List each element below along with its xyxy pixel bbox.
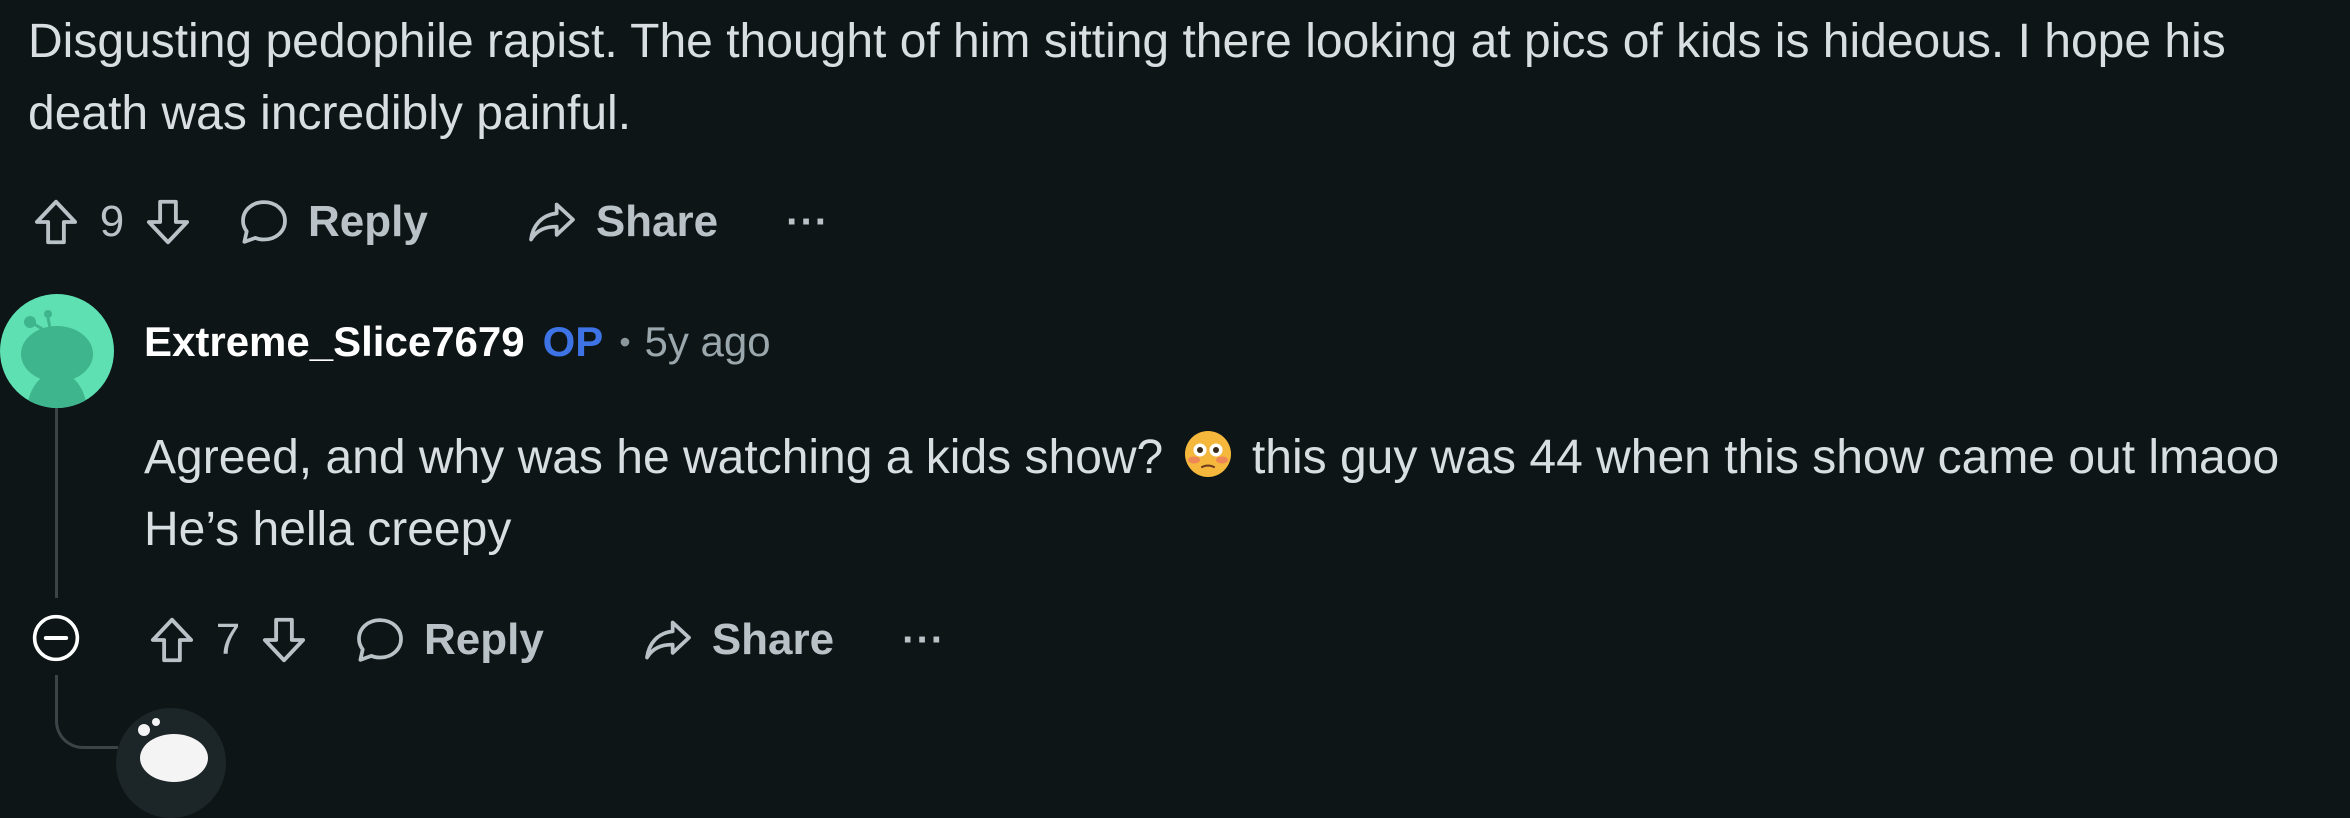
upvote-button[interactable] [144,608,200,672]
share-label: Share [595,197,719,246]
comment-meta: Extreme_Slice7679 OP • 5y ago [144,312,771,372]
downvote-button[interactable] [140,190,196,254]
vote-score: 9 [99,197,125,246]
flushed-face-emoji-icon [1183,428,1233,478]
comment-text-segment: Agreed, and why was he watching a kids s… [144,431,1164,484]
reply-label: Reply [424,615,544,664]
op-badge: OP [542,318,604,365]
collapse-minus-icon [32,614,80,662]
share-button[interactable]: Share [524,194,718,250]
downvote-button[interactable] [256,608,312,672]
comment-action-bar: 9 Reply Share ··· [28,182,829,262]
comment-text-line: Agreed, and why was he watching a kids s… [144,422,2279,494]
upvote-arrow-icon [150,617,194,663]
snoo-avatar-icon [138,718,208,782]
collapse-thread-button[interactable] [28,610,84,666]
downvote-arrow-icon [146,199,190,245]
upvote-arrow-icon [34,199,78,245]
more-options-button[interactable]: ··· [902,618,945,663]
comment-text-line: Disgusting pedophile rapist. The thought… [28,15,2226,68]
timestamp[interactable]: 5y ago [645,318,771,366]
reply-button[interactable]: Reply [352,612,544,668]
vote-score: 7 [215,615,241,664]
separator-dot: • [619,323,631,360]
upvote-button[interactable] [28,190,84,254]
comment-action-bar: 7 Reply Share ··· [144,600,945,680]
comment-body: Disgusting pedophile rapist. The thought… [28,6,2226,150]
reply-label: Reply [308,197,428,246]
more-options-button[interactable]: ··· [786,200,829,245]
downvote-arrow-icon [262,617,306,663]
speech-bubble-icon [357,618,403,662]
snoo-avatar-icon [21,310,93,408]
share-arrow-icon [528,202,575,242]
username-link[interactable]: Extreme_Slice7679 [144,318,525,366]
speech-bubble-icon [241,200,287,244]
comment-text-segment: this guy was 44 when this show came out … [1251,431,2280,484]
avatar[interactable] [0,294,114,408]
share-button[interactable]: Share [640,612,834,668]
comment-body: Agreed, and why was he watching a kids s… [144,422,2279,566]
avatar[interactable] [116,708,226,818]
comment-text-line: death was incredibly painful. [28,87,632,140]
share-label: Share [711,615,835,664]
reply-button[interactable]: Reply [236,194,428,250]
thread-connector [55,700,118,749]
thread-line [55,400,58,598]
comment-text-line: He’s hella creepy [144,503,512,556]
share-arrow-icon [644,620,691,660]
